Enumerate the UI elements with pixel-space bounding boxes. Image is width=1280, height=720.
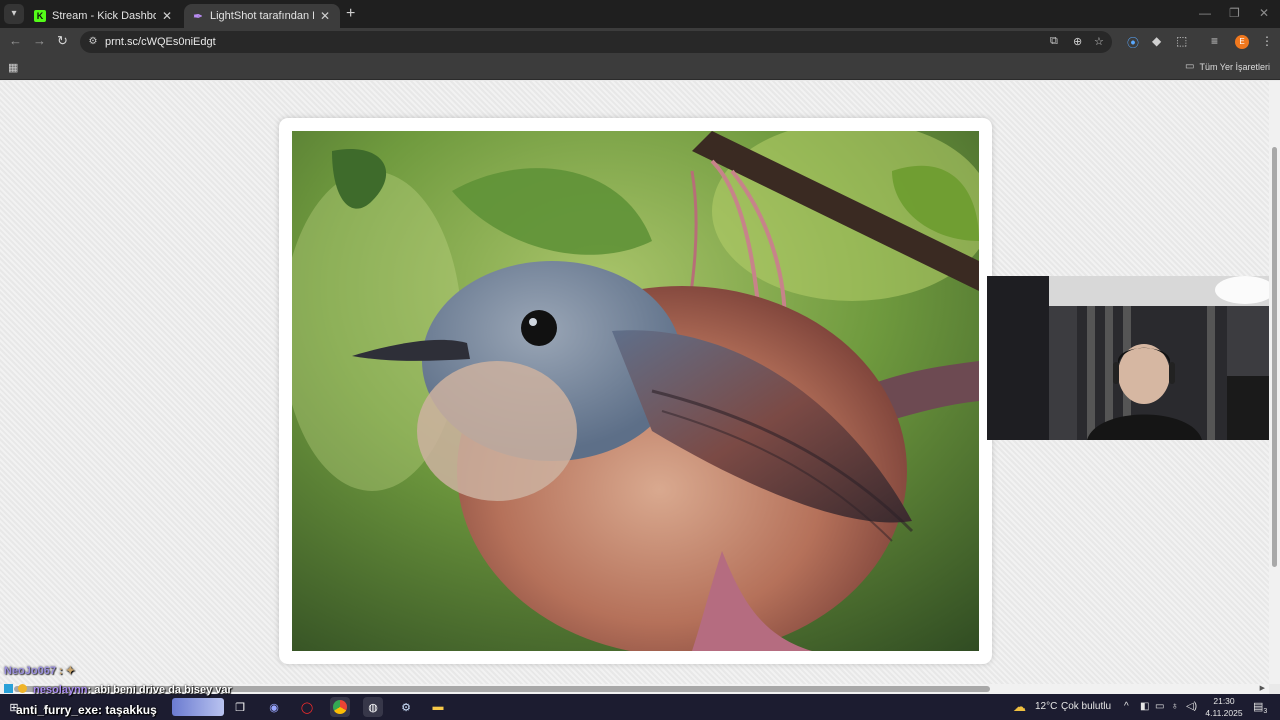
browser-toolbar: ← → ↻ ⚙ prnt.sc/cWQEs0niEdgt ⧉ ⊕ ☆ ⦿ ◆ ⬚… xyxy=(0,28,1280,56)
discord-icon[interactable]: ◉ xyxy=(264,697,284,717)
reload-icon[interactable]: ↻ xyxy=(57,33,68,49)
file-explorer-icon[interactable]: ▬ xyxy=(428,697,448,717)
search-highlight-image[interactable] xyxy=(172,698,224,716)
clock-time: 21:30 xyxy=(1213,696,1235,706)
chat-message: nesolaynn: abi beni drive da bisey var xyxy=(4,684,232,696)
tray-overflow-chevron-icon[interactable]: ^ xyxy=(1124,701,1129,712)
vertical-scrollbar[interactable] xyxy=(1269,81,1280,684)
chat-message: NeoJo067 : ✦ xyxy=(4,664,75,677)
tab-kick-dashboard[interactable]: K Stream - Kick Dashboard ✕ xyxy=(26,4,182,28)
chat-text: : taşakkuş xyxy=(98,703,157,717)
tray-app-icon[interactable]: ◧ xyxy=(1140,701,1149,712)
close-tab-icon[interactable]: ✕ xyxy=(320,9,330,23)
network-icon[interactable]: ▭ xyxy=(1155,701,1164,712)
weather-condition[interactable]: Çok bulutlu xyxy=(1061,701,1111,712)
tab-title: Stream - Kick Dashboard xyxy=(52,10,156,22)
chat-message: anti_furry_exe: taşakkuş xyxy=(16,703,157,717)
weather-cloud-icon[interactable]: ☁ xyxy=(1013,699,1026,715)
menu-kebab-icon[interactable]: ⋮ xyxy=(1261,34,1273,48)
all-bookmarks-folder[interactable]: ▭ Tüm Yer İşaretleri xyxy=(1185,61,1270,72)
screen: ▾ K Stream - Kick Dashboard ✕ ✒ LightSho… xyxy=(0,0,1280,720)
obs-icon[interactable]: ◍ xyxy=(363,697,383,717)
zoom-icon[interactable]: ⊕ xyxy=(1073,35,1082,48)
chat-badge-icon xyxy=(4,684,13,693)
tab-search-button[interactable]: ▾ xyxy=(4,4,24,24)
extension-audio-icon[interactable]: ⦿ xyxy=(1127,34,1139,51)
bookmark-star-icon[interactable]: ☆ xyxy=(1094,35,1104,48)
volume-icon[interactable]: ◁) xyxy=(1186,701,1197,712)
system-clock[interactable]: 21:30 4.11.2025 xyxy=(1200,695,1248,719)
chat-emote-icon: : ✦ xyxy=(59,665,75,677)
restore-window-icon[interactable]: ❐ xyxy=(1229,6,1240,20)
kick-logo-icon: K xyxy=(34,10,46,22)
media-controls-icon[interactable]: ≡ xyxy=(1211,34,1218,48)
extensions-puzzle-icon[interactable]: ⬚ xyxy=(1176,34,1187,48)
extension-diamond-icon[interactable]: ◆ xyxy=(1152,34,1161,48)
task-view-icon[interactable]: ❐ xyxy=(230,697,250,717)
chat-username: anti_furry_exe xyxy=(16,703,99,717)
chat-badge-icon xyxy=(18,684,28,693)
cast-screen-icon[interactable]: ⧉ xyxy=(1050,35,1058,48)
chat-username: nesolaynn xyxy=(33,684,88,696)
minimize-window-icon[interactable]: — xyxy=(1199,6,1211,20)
chrome-logo xyxy=(333,700,347,714)
microphone-icon[interactable]: ♁ xyxy=(1171,701,1179,712)
tab-title: LightShot tarafından Ekran Gör xyxy=(210,10,314,22)
weather-temperature[interactable]: 12°C xyxy=(1035,701,1057,712)
webcam-overlay xyxy=(987,276,1280,440)
clock-date: 4.11.2025 xyxy=(1205,708,1243,718)
profile-avatar[interactable]: E xyxy=(1235,35,1249,49)
notification-bell-icon[interactable]: ▤3 xyxy=(1253,700,1267,715)
chat-text: : abi beni drive da bisey var xyxy=(87,684,232,696)
lightshot-feather-icon: ✒ xyxy=(193,10,203,23)
site-info-icon[interactable]: ⚙ xyxy=(86,35,100,49)
steam-icon[interactable]: ⚙ xyxy=(396,697,416,717)
tab-lightshot[interactable]: ✒ LightShot tarafından Ekran Gör ✕ xyxy=(184,4,340,28)
windows-taskbar: ⊞ ⌕ ❐ ◉ ◯ ◍ ⚙ ▬ ☁ 12°C Çok bulutlu ^ ◧ ▭… xyxy=(0,694,1280,720)
url-text: prnt.sc/cWQEs0niEdgt xyxy=(105,36,216,48)
address-bar[interactable]: ⚙ prnt.sc/cWQEs0niEdgt ⧉ ⊕ ☆ xyxy=(80,31,1112,53)
close-tab-icon[interactable]: ✕ xyxy=(162,9,172,23)
scroll-right-arrow-icon[interactable]: ▶ xyxy=(1260,684,1265,692)
chat-username: NeoJo067 xyxy=(4,665,56,677)
opera-gx-icon[interactable]: ◯ xyxy=(297,697,317,717)
browser-tab-strip: ▾ K Stream - Kick Dashboard ✕ ✒ LightSho… xyxy=(0,0,1280,28)
folder-icon: ▭ xyxy=(1185,61,1195,72)
back-arrow-icon[interactable]: ← xyxy=(9,33,22,48)
new-tab-button[interactable]: + xyxy=(346,5,355,23)
bird-photo[interactable] xyxy=(292,131,979,651)
screenshot-frame xyxy=(279,118,992,664)
bookmarks-folder-label: Tüm Yer İşaretleri xyxy=(1199,61,1270,72)
close-window-icon[interactable]: ✕ xyxy=(1259,6,1269,20)
apps-grid-icon[interactable]: ▦ xyxy=(8,61,18,74)
notification-count: 3 xyxy=(1263,708,1268,716)
chrome-icon[interactable] xyxy=(330,697,350,717)
forward-arrow-icon[interactable]: → xyxy=(33,33,46,48)
vertical-scroll-thumb[interactable] xyxy=(1272,147,1277,567)
bookmarks-bar: ▦ ▭ Tüm Yer İşaretleri xyxy=(0,56,1280,80)
